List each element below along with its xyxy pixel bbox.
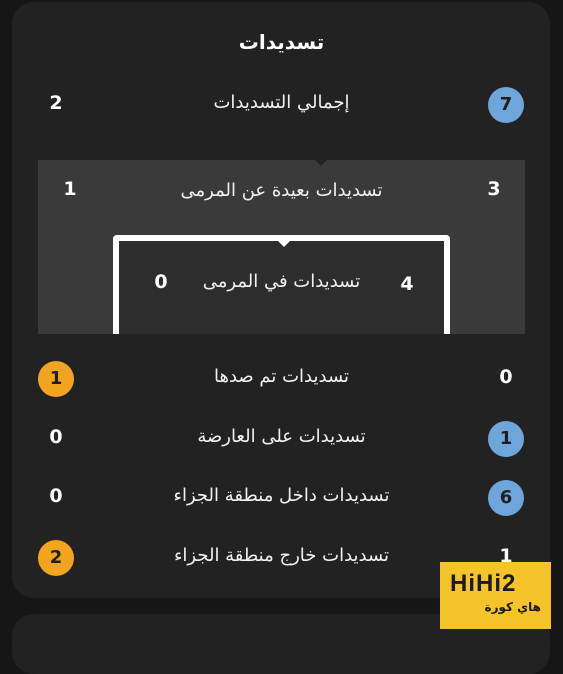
stat-row-inside-box: 0 تسديدات داخل منطقة الجزاء 6 [0, 477, 563, 517]
home-on-target-value: 4 [400, 273, 414, 295]
goal-center-marker [277, 240, 291, 247]
home-value-highlight: 6 [488, 480, 524, 516]
stat-row-total-shots: 2 إجمالي التسديدات 7 [0, 84, 563, 124]
home-value-highlight: 1 [488, 421, 524, 457]
stat-label: تسديدات على العارضة [197, 426, 366, 447]
section-title: تسديدات [238, 30, 325, 54]
logo-subtitle: هاي كورة [484, 600, 542, 614]
logo-brand: HiHi2 [450, 570, 517, 597]
hihi2-logo: HiHi2 هاي كورة [440, 562, 551, 629]
stat-label: تسديدات تم صدها [213, 366, 350, 387]
pitch-center-marker [314, 159, 328, 166]
shots-pitch-graphic: 1 تسديدات بعيدة عن المرمى 3 0 تسديدات في… [38, 159, 525, 334]
home-off-target-value: 3 [487, 178, 501, 200]
stat-row-blocked: 1 تسديدات تم صدها 0 [0, 358, 563, 398]
stat-label: إجمالي التسديدات [213, 92, 350, 113]
off-target-label: تسديدات بعيدة عن المرمى [180, 180, 383, 201]
goal-frame: 0 تسديدات في المرمى 4 [113, 235, 450, 334]
stat-row-woodwork: 0 تسديدات على العارضة 1 [0, 418, 563, 458]
home-value-highlight: 7 [488, 87, 524, 123]
home-value: 0 [499, 366, 513, 388]
stat-label: تسديدات داخل منطقة الجزاء [173, 485, 390, 506]
